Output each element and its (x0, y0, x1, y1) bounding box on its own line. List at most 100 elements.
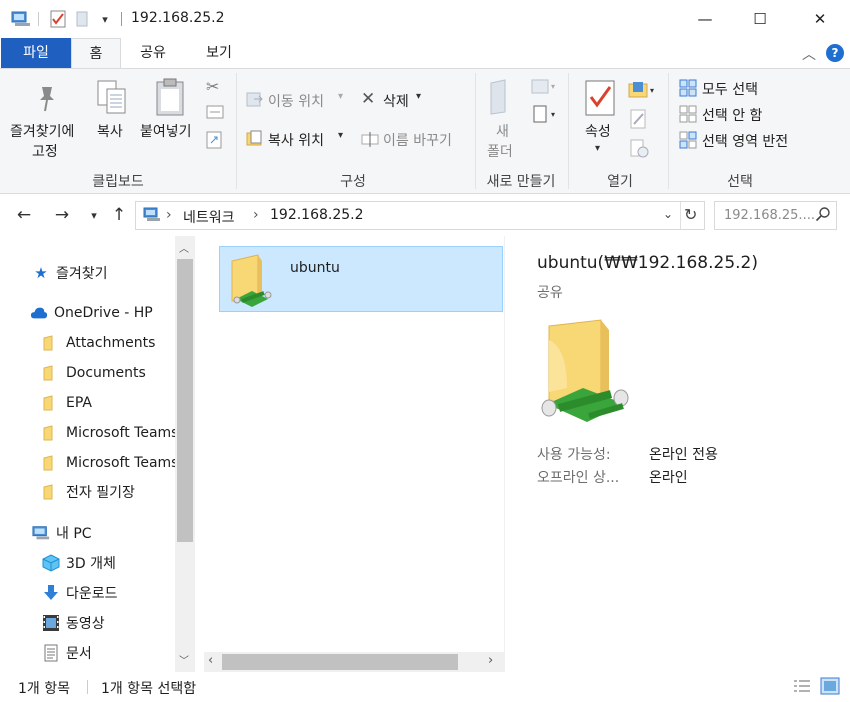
status-bar: 1개 항목 1개 항목 선택함 (0, 672, 850, 702)
address-bar[interactable]: › 네트워크 › 192.168.25.2 ⌄ ↻ (135, 201, 705, 230)
nav-item-folder[interactable]: Microsoft Teams (42, 422, 175, 444)
large-icons-view-icon[interactable] (820, 677, 840, 699)
availability-value: 온라인 전용 (649, 447, 718, 463)
copy-to-icon (246, 130, 264, 152)
up-arrow-icon[interactable]: ↑ (108, 202, 130, 228)
nav-item-folder[interactable]: Documents (42, 362, 175, 384)
maximize-button[interactable]: ☐ (736, 0, 784, 38)
tab-share[interactable]: 공유 (128, 38, 178, 68)
network-computer-icon[interactable] (10, 9, 32, 29)
scroll-down-chevron-icon[interactable]: ﹀ (179, 652, 189, 667)
help-icon[interactable]: ? (826, 44, 844, 62)
nav-pane-scrollbar[interactable]: ︿ ﹀ (175, 236, 195, 672)
cube-3d-icon (42, 554, 60, 572)
collapse-ribbon-icon[interactable]: ︿ (802, 44, 816, 64)
copy-to-button[interactable]: 복사 위치 (268, 130, 324, 150)
nav-item-downloads[interactable]: 다운로드 (42, 582, 118, 604)
organize-group-label: 구성 (340, 174, 366, 190)
open-icon[interactable]: ▾ (628, 79, 656, 103)
nav-item-this-pc[interactable]: 내 PC (32, 522, 92, 544)
breadcrumb-separator-icon[interactable]: › (253, 207, 259, 223)
nav-item-3d-objects[interactable]: 3D 개체 (42, 552, 116, 574)
quick-access-dropdown[interactable]: ▾ (96, 9, 114, 29)
nav-item-videos[interactable]: 동영상 (42, 612, 105, 634)
refresh-icon[interactable]: ↻ (684, 205, 697, 224)
back-arrow-icon[interactable]: ← (12, 202, 36, 228)
minimize-button[interactable]: — (681, 0, 729, 38)
nav-item-documents[interactable]: 문서 (42, 642, 92, 664)
select-group-label: 선택 (727, 174, 753, 190)
new-item-icon[interactable]: ▾ (531, 77, 559, 99)
ribbon-tabs: 파일 홈 공유 보기 ︿ ? (0, 38, 850, 69)
scroll-up-chevron-icon[interactable]: ︿ (179, 240, 189, 255)
chevron-down-icon: ▾ (416, 91, 422, 102)
select-all-icon (679, 79, 697, 101)
move-to-button[interactable]: 이동 위치 (268, 91, 324, 111)
search-box[interactable]: 192.168.25.... (714, 201, 837, 230)
scroll-left-chevron-icon[interactable]: ‹ (208, 653, 213, 668)
nav-item-folder[interactable]: Attachments (42, 332, 175, 354)
shared-folder-icon (228, 251, 276, 311)
easy-access-icon[interactable]: ▾ (531, 105, 559, 127)
copy-button[interactable]: 복사 (97, 121, 123, 141)
paste-button[interactable]: 붙여넣기 (140, 121, 192, 141)
chevron-down-icon: ▾ (338, 91, 344, 102)
pin-to-quick-access-button[interactable]: 즐겨찾기에 (10, 121, 74, 141)
svg-text:▾: ▾ (650, 86, 654, 95)
tab-home[interactable]: 홈 (71, 38, 121, 69)
close-button[interactable]: ✕ (796, 0, 844, 38)
chevron-down-icon: ▾ (338, 130, 344, 141)
nav-item-folder[interactable]: EPA (42, 392, 175, 414)
properties-check-icon[interactable] (48, 9, 68, 29)
cut-icon[interactable]: ✂ (206, 77, 219, 96)
group-divider (236, 73, 237, 189)
clipboard-group-label: 클립보드 (92, 174, 144, 190)
computer-icon (32, 524, 50, 542)
edit-icon[interactable] (630, 109, 648, 133)
address-dropdown-chevron-icon[interactable]: ⌄ (663, 207, 673, 221)
divider (121, 12, 122, 26)
new-folder-label-line2: 폴더 (487, 144, 513, 160)
nav-label: 문서 (66, 646, 92, 662)
select-none-icon (679, 105, 697, 127)
offline-status-key: 오프라인 상... (537, 470, 620, 486)
search-icon[interactable] (815, 206, 831, 226)
select-none-button[interactable]: 선택 안 함 (702, 105, 762, 125)
group-divider (568, 73, 569, 189)
rename-icon (361, 130, 379, 152)
delete-button[interactable]: 삭제 (383, 91, 409, 111)
scrollbar-thumb[interactable] (222, 654, 458, 670)
paste-shortcut-icon[interactable] (206, 131, 222, 153)
breadcrumb-host[interactable]: 192.168.25.2 (270, 207, 364, 223)
file-explorer-window: ▾ 192.168.25.2 — ☐ ✕ 파일 홈 공유 보기 ︿ ? 즐겨찾기… (0, 0, 850, 702)
recent-locations-chevron-icon[interactable]: ▾ (85, 202, 103, 228)
breadcrumb-network[interactable]: 네트워크 (183, 207, 235, 227)
invert-selection-button[interactable]: 선택 영역 반전 (702, 131, 788, 151)
scrollbar-thumb[interactable] (177, 259, 193, 542)
nav-item-folder[interactable]: 전자 필기장 (42, 481, 175, 503)
new-folder-button[interactable]: 새 (496, 121, 509, 141)
file-list-horizontal-scrollbar[interactable]: ‹ › (204, 652, 504, 672)
scroll-right-chevron-icon[interactable]: › (488, 653, 493, 668)
search-input[interactable]: 192.168.25.... (724, 208, 815, 223)
tab-file[interactable]: 파일 (1, 38, 71, 68)
selected-count: 1개 항목 선택함 (101, 681, 197, 697)
window-title: 192.168.25.2 (131, 10, 225, 26)
new-folder-icon[interactable] (74, 9, 92, 29)
chevron-down-icon: ▾ (595, 143, 601, 154)
divider (87, 680, 88, 694)
rename-button[interactable]: 이름 바꾸기 (383, 130, 452, 150)
history-icon[interactable] (630, 139, 650, 163)
nav-item-onedrive[interactable]: OneDrive - HP (30, 302, 153, 324)
nav-item-quick-access[interactable]: ★ 즐겨찾기 (32, 262, 107, 284)
nav-item-folder[interactable]: Microsoft Teams (42, 452, 175, 474)
properties-button[interactable]: 속성 (585, 121, 611, 141)
film-strip-icon (42, 614, 60, 632)
details-view-icon[interactable] (793, 679, 811, 697)
forward-arrow-icon[interactable]: → (50, 202, 74, 228)
list-item-ubuntu-share[interactable]: ubuntu (219, 246, 503, 312)
download-arrow-icon (42, 584, 60, 602)
tab-view[interactable]: 보기 (192, 38, 246, 68)
select-all-button[interactable]: 모두 선택 (702, 79, 758, 99)
copy-path-icon[interactable] (206, 105, 224, 123)
